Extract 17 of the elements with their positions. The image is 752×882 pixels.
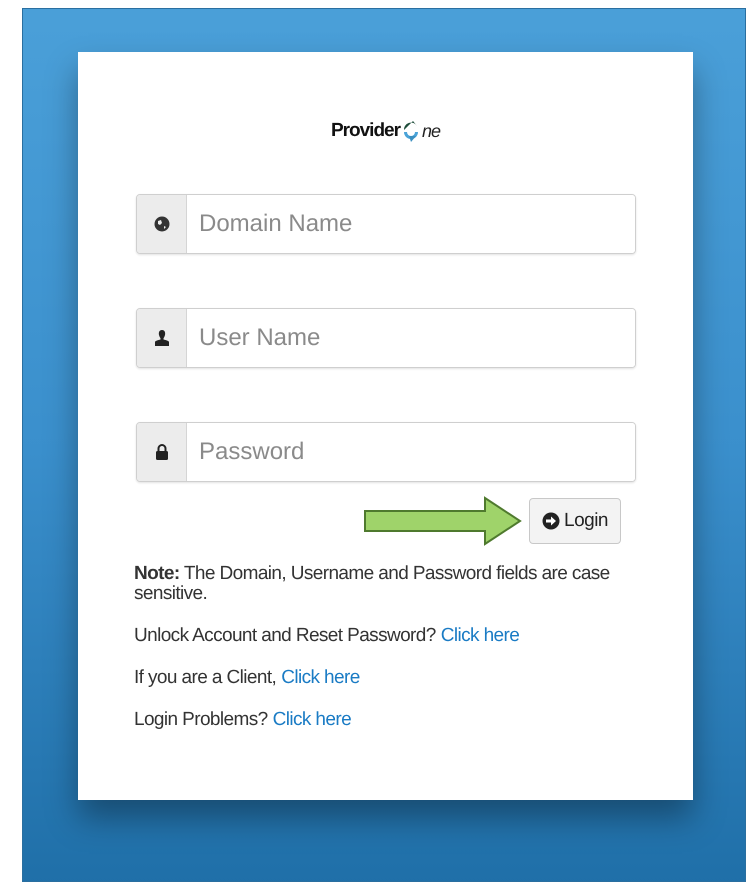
input-field[interactable]: Domain Name: [136, 194, 636, 254]
note-text: Note: The Domain, Username and Password fields are case sensitive.: [134, 564, 611, 604]
logo-text: Provider: [330, 118, 400, 143]
click-here-link[interactable]: Click here: [281, 668, 360, 688]
user-icon: [154, 329, 170, 347]
help-text: If you are a Client,: [134, 668, 276, 688]
input-field[interactable]: Password: [136, 422, 636, 482]
login-button[interactable]: Login: [529, 498, 621, 544]
help-text: Login Problems?: [134, 710, 268, 730]
lock-icon: [154, 443, 168, 461]
globe-icon: [154, 216, 170, 232]
click-here-link[interactable]: Click here: [440, 626, 520, 646]
help-text: Unlock Account and Reset Password?: [134, 626, 436, 646]
logo-text: ne: [422, 120, 440, 142]
input-field[interactable]: User Name: [136, 308, 636, 368]
arrow-circle-icon: [542, 512, 560, 530]
click-here-link[interactable]: Click here: [272, 710, 352, 730]
